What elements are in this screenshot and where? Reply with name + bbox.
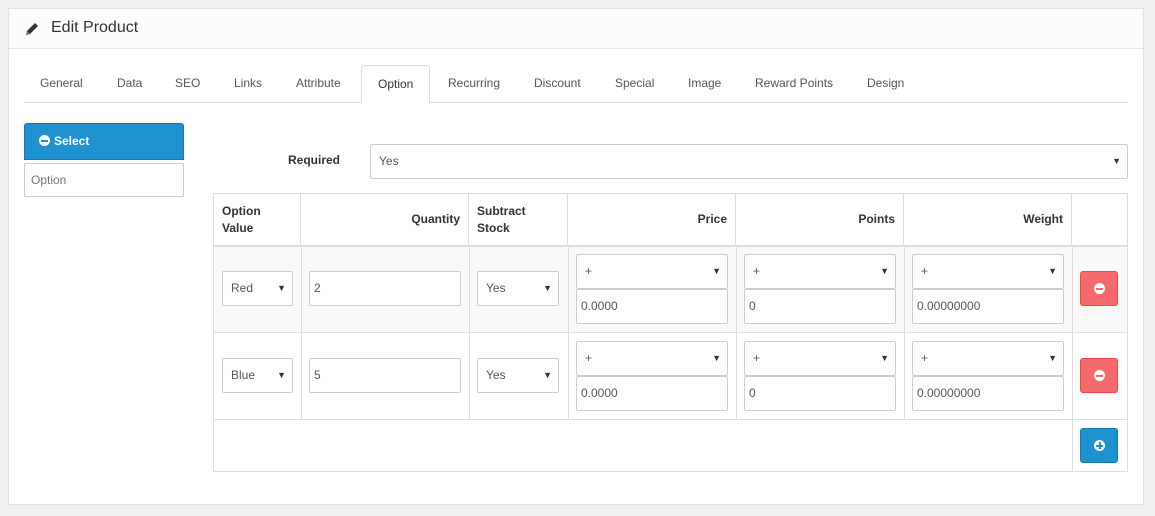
tab-option[interactable]: Option [361,65,431,104]
option-select-button[interactable]: Select [24,123,184,160]
option-value-table: Option Value Quantity Subtract Stock Pri… [213,193,1128,472]
header-option-value: Option Value [214,194,301,245]
caret-down-icon: ▼ [1112,156,1121,166]
weight-input[interactable]: 0.00000000 [912,289,1064,324]
pencil-icon [26,23,38,35]
subtract-select[interactable]: Yes ▼ [477,358,559,393]
caret-down-icon: ▼ [543,370,552,380]
tab-attribute[interactable]: Attribute [280,65,357,103]
tab-image[interactable]: Image [672,65,737,103]
caret-down-icon: ▼ [1048,353,1057,363]
points-prefix-text: + [753,264,761,278]
plus-circle-icon [1094,440,1105,451]
table-footer-row [214,419,1127,471]
tab-data[interactable]: Data [101,65,158,103]
panel-heading: Edit Product [9,9,1143,49]
header-quantity: Quantity [301,194,469,245]
price-prefix-select[interactable]: + ▼ [576,254,728,289]
remove-row-button[interactable] [1080,271,1118,306]
header-weight: Weight [904,194,1072,245]
product-tabs: General Data SEO Links Attribute Option … [24,65,1128,104]
minus-circle-icon [1094,370,1105,381]
header-subtract-stock: Subtract Stock [469,194,568,245]
weight-prefix-text: + [921,351,929,365]
price-input[interactable]: 0.0000 [576,289,728,324]
caret-down-icon: ▼ [543,283,552,293]
option-value-select[interactable]: Blue ▼ [222,358,293,393]
caret-down-icon: ▼ [712,266,721,276]
header-points: Points [736,194,904,245]
quantity-input[interactable]: 5 [309,358,461,393]
option-input[interactable] [24,163,184,197]
option-value-text: Blue [231,368,256,382]
caret-down-icon: ▼ [880,266,889,276]
price-prefix-text: + [585,264,593,278]
required-value: Yes [379,154,399,168]
tab-seo[interactable]: SEO [159,65,216,103]
option-value-text: Red [231,281,254,295]
points-input[interactable]: 0 [744,376,896,411]
add-option-value-button[interactable] [1080,428,1118,463]
tab-general[interactable]: General [24,65,99,103]
tab-recurring[interactable]: Recurring [432,65,516,103]
minus-circle-icon [39,135,50,146]
table-row: Red ▼ 2 Yes ▼ + ▼ 0.0000 + ▼ 0 + ▼ 0.00000000 [214,245,1127,332]
caret-down-icon: ▼ [277,283,286,293]
subtract-text: Yes [486,281,506,295]
points-prefix-text: + [753,351,761,365]
points-prefix-select[interactable]: + ▼ [744,341,896,376]
weight-input[interactable]: 0.00000000 [912,376,1064,411]
required-select[interactable]: Yes ▼ [370,144,1128,179]
page-title: Edit Product [51,19,139,36]
select-label: Select [54,134,90,148]
price-prefix-text: + [585,351,593,365]
tab-discount[interactable]: Discount [518,65,597,103]
table-row: Blue ▼ 5 Yes ▼ + ▼ 0.0000 + ▼ 0 + ▼ 0.0000000… [214,332,1127,419]
option-value-select[interactable]: Red ▼ [222,271,293,306]
tab-special[interactable]: Special [599,65,670,103]
price-input[interactable]: 0.0000 [576,376,728,411]
weight-prefix-select[interactable]: + ▼ [912,341,1064,376]
edit-product-panel: Edit Product General Data SEO Links Attr… [8,8,1144,505]
points-prefix-select[interactable]: + ▼ [744,254,896,289]
remove-row-button[interactable] [1080,358,1118,393]
tab-reward-points[interactable]: Reward Points [739,65,849,103]
caret-down-icon: ▼ [712,353,721,363]
points-input[interactable]: 0 [744,289,896,324]
weight-prefix-select[interactable]: + ▼ [912,254,1064,289]
minus-circle-icon [1094,283,1105,294]
weight-prefix-text: + [921,264,929,278]
subtract-select[interactable]: Yes ▼ [477,271,559,306]
caret-down-icon: ▼ [880,353,889,363]
required-label: Required [288,153,341,167]
price-prefix-select[interactable]: + ▼ [576,341,728,376]
tab-design[interactable]: Design [851,65,920,103]
quantity-input[interactable]: 2 [309,271,461,306]
tab-links[interactable]: Links [218,65,278,103]
header-price: Price [568,194,736,245]
caret-down-icon: ▼ [1048,266,1057,276]
caret-down-icon: ▼ [277,370,286,380]
subtract-text: Yes [486,368,506,382]
